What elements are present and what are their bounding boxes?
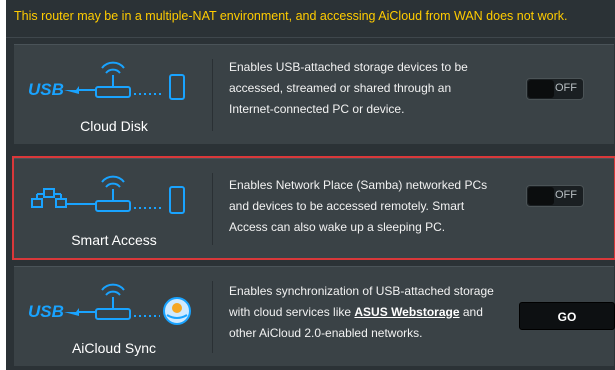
svg-text:USB: USB [28, 80, 64, 99]
asus-webstorage-link[interactable]: ASUS Webstorage [354, 305, 459, 319]
network-router-phone-icon [31, 175, 185, 214]
cloud-disk-description: Enables USB-attached storage devices to … [229, 60, 468, 116]
toggle-state-label: OFF [555, 82, 577, 94]
aicloud-sync-title: AiCloud Sync [71, 340, 157, 356]
cloud-disk-card: USB Cloud Disk Enables USB-attached stor… [14, 44, 614, 144]
aicloud-sync-card: USB AiCloud Sync Enables synchronization… [14, 266, 615, 366]
smart-access-title: Smart Access [71, 232, 157, 248]
usb-router-phone-icon: USB [28, 61, 185, 100]
go-button[interactable]: GO [519, 302, 615, 330]
cloud-disk-toggle[interactable]: OFF [526, 78, 584, 100]
smart-access-card: Smart Access Enables Network Place (Samb… [12, 156, 615, 260]
aicloud-panel: This router may be in a multiple-NAT env… [6, 0, 615, 370]
toggle-state-label: OFF [555, 189, 577, 201]
aicloud-sync-description: Enables synchronization of USB-attached … [229, 281, 499, 344]
divider [212, 173, 213, 245]
nat-warning-message: This router may be in a multiple-NAT env… [6, 0, 615, 38]
toggle-knob [528, 80, 554, 98]
divider [212, 281, 213, 353]
smart-access-toggle[interactable]: OFF [526, 185, 584, 207]
cloud-disk-title: Cloud Disk [80, 118, 148, 134]
toggle-knob [528, 187, 554, 205]
svg-text:USB: USB [28, 302, 64, 321]
smart-access-description: Enables Network Place (Samba) networked … [229, 178, 488, 234]
divider [212, 59, 213, 131]
usb-router-cloud-icon: USB [28, 283, 191, 325]
